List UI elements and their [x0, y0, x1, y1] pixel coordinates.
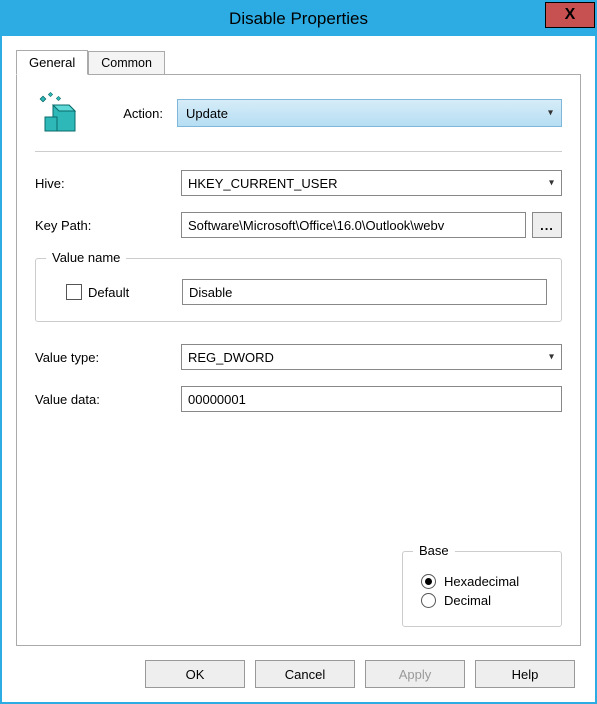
tab-common-label: Common	[101, 56, 152, 70]
valuedata-input[interactable]: 00000001	[181, 386, 562, 412]
dialog-body: General Common Action:	[2, 36, 595, 702]
valuename-input[interactable]: Disable	[182, 279, 547, 305]
chevron-down-icon: ▾	[549, 178, 554, 189]
base-legend: Base	[413, 543, 455, 558]
radio-icon	[421, 593, 436, 608]
default-checkbox[interactable]	[66, 284, 82, 300]
chevron-down-icon: ▾	[549, 352, 554, 363]
cancel-button[interactable]: Cancel	[255, 660, 355, 688]
ok-label: OK	[186, 667, 205, 682]
help-button[interactable]: Help	[475, 660, 575, 688]
valuedata-row: Value data: 00000001	[35, 386, 562, 412]
valuename-row: Default Disable	[50, 279, 547, 305]
help-label: Help	[512, 667, 539, 682]
window-title: Disable Properties	[2, 9, 595, 29]
tab-general-label: General	[29, 55, 75, 70]
base-fieldset: Base Hexadecimal Decimal	[402, 551, 562, 627]
valuetype-select-value: REG_DWORD	[188, 350, 274, 365]
action-select-value: Update	[186, 106, 228, 121]
base-dec-radio[interactable]: Decimal	[421, 593, 543, 608]
valuename-value: Disable	[189, 285, 232, 300]
action-row: Action: Update ▾	[35, 91, 562, 135]
valuename-fieldset: Value name Default Disable	[35, 258, 562, 322]
action-select[interactable]: Update ▾	[177, 99, 562, 127]
tab-general[interactable]: General	[16, 50, 88, 75]
valuetype-select[interactable]: REG_DWORD ▾	[181, 344, 562, 370]
tabs: General Common	[16, 46, 581, 74]
radio-icon	[421, 574, 436, 589]
close-icon: X	[565, 6, 576, 24]
titlebar: Disable Properties X	[2, 2, 595, 36]
cancel-label: Cancel	[285, 667, 325, 682]
tab-common[interactable]: Common	[88, 51, 165, 74]
keypath-input[interactable]: Software\Microsoft\Office\16.0\Outlook\w…	[181, 212, 526, 238]
valuedata-label: Value data:	[35, 392, 175, 407]
ok-button[interactable]: OK	[145, 660, 245, 688]
default-checkbox-wrap[interactable]: Default	[50, 284, 176, 300]
ellipsis-icon: ...	[540, 218, 554, 233]
base-hex-label: Hexadecimal	[444, 574, 519, 589]
valuedata-value: 00000001	[188, 392, 246, 407]
keypath-row: Key Path: Software\Microsoft\Office\16.0…	[35, 212, 562, 238]
registry-icon	[35, 91, 79, 135]
default-label: Default	[88, 285, 129, 300]
apply-label: Apply	[399, 667, 432, 682]
tab-panel-general: Action: Update ▾ Hive: HKEY_CURRENT_USER…	[16, 74, 581, 646]
keypath-browse-button[interactable]: ...	[532, 212, 562, 238]
hive-label: Hive:	[35, 176, 175, 191]
apply-button: Apply	[365, 660, 465, 688]
divider	[35, 151, 562, 152]
valuetype-row: Value type: REG_DWORD ▾	[35, 344, 562, 370]
hive-row: Hive: HKEY_CURRENT_USER ▾	[35, 170, 562, 196]
hive-select[interactable]: HKEY_CURRENT_USER ▾	[181, 170, 562, 196]
keypath-label: Key Path:	[35, 218, 175, 233]
base-hex-radio[interactable]: Hexadecimal	[421, 574, 543, 589]
valuename-legend: Value name	[46, 250, 126, 265]
action-label: Action:	[93, 106, 163, 121]
chevron-down-icon: ▾	[548, 108, 553, 119]
keypath-value: Software\Microsoft\Office\16.0\Outlook\w…	[188, 218, 444, 233]
valuetype-label: Value type:	[35, 350, 175, 365]
dialog-window: Disable Properties X General Common	[0, 0, 597, 704]
hive-select-value: HKEY_CURRENT_USER	[188, 176, 338, 191]
base-dec-label: Decimal	[444, 593, 491, 608]
close-button[interactable]: X	[545, 2, 595, 28]
button-row: OK Cancel Apply Help	[16, 646, 581, 688]
